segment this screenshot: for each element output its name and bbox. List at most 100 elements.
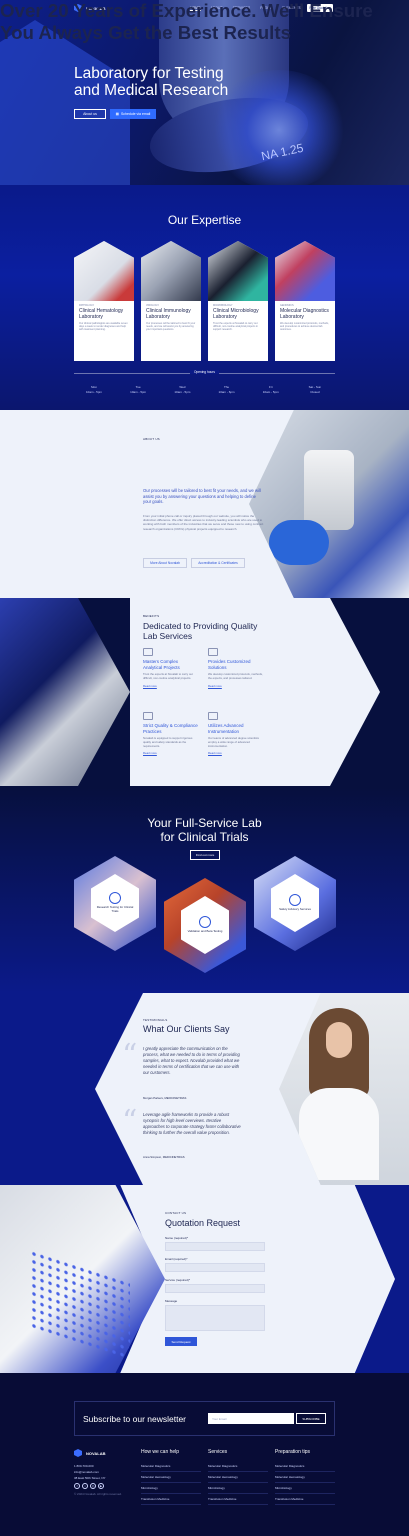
name-field[interactable] xyxy=(165,1242,265,1251)
footer-column-title: Services xyxy=(208,1449,228,1455)
footer-link[interactable]: Microbiology xyxy=(208,1483,268,1494)
about-microscope-photo xyxy=(249,410,409,598)
validation-icon xyxy=(199,916,211,929)
service-label: Research Testing for Clinical Trials xyxy=(96,905,134,913)
email-field[interactable] xyxy=(165,1263,265,1272)
benefit-body: Novalab is equipped to support rigorous … xyxy=(143,736,193,748)
footer-link[interactable]: Molecular Diagnostics xyxy=(208,1461,268,1472)
benefit-item: Masters Complex Analytical Projects Trus… xyxy=(143,648,198,688)
newsletter-email-input[interactable]: Your Email xyxy=(208,1413,294,1424)
benefit-body: Trust the experts at Novalab to carry ou… xyxy=(143,672,193,680)
accreditation-button[interactable]: Accreditation & Certificates xyxy=(191,558,245,568)
youtube-icon[interactable]: ▶ xyxy=(98,1483,104,1489)
card-image xyxy=(275,241,335,301)
card-tag: GENOMICS xyxy=(280,304,294,307)
quotation-title: Quotation Request xyxy=(165,1218,241,1228)
benefit-title[interactable]: Masters Complex Analytical Projects xyxy=(143,659,198,670)
message-field[interactable] xyxy=(165,1305,265,1331)
footer-link[interactable]: Molecular Hematology xyxy=(208,1472,268,1483)
service-hex[interactable]: Safety Advisory Services xyxy=(254,856,336,951)
footer-link[interactable]: Molecular Hematology xyxy=(275,1472,335,1483)
read-more-link[interactable]: Read more xyxy=(143,684,198,688)
instagram-icon[interactable]: ◎ xyxy=(90,1483,96,1489)
footer-column-title: How we can help xyxy=(141,1449,180,1455)
hours-item: Thu 10am - 6pm xyxy=(218,385,235,394)
service-label: Safety Advisory Services xyxy=(279,907,311,912)
about-us-button[interactable]: About us xyxy=(74,109,106,119)
microscope-icon xyxy=(143,648,153,656)
calendar-icon: ▦ xyxy=(115,112,119,116)
footer-column: Preparation tips Molecular Diagnostics M… xyxy=(275,1449,335,1505)
footer-link[interactable]: Molecular Diagnostics xyxy=(275,1461,335,1472)
card-image xyxy=(208,241,268,301)
benefit-body: We develop customized protocols, methods… xyxy=(208,672,263,680)
hours-item: Mon 10am - 5pm xyxy=(85,385,102,394)
service-hex[interactable]: Research Testing for Clinical Trials xyxy=(74,856,156,951)
card-tag: VIROLOGY xyxy=(146,304,160,307)
benefit-title[interactable]: Strict Quality & Compliance Practices xyxy=(143,723,198,734)
footer-link[interactable]: Transfusion Medicine xyxy=(208,1494,268,1505)
hero-hex-decoration xyxy=(0,20,130,185)
about-eyebrow: ABOUT US xyxy=(143,437,160,441)
expertise-card[interactable]: MICROBIOLOGY Clinical Microbiology Labor… xyxy=(208,241,268,361)
footer-link[interactable]: Transfusion Medicine xyxy=(275,1494,335,1505)
testimonial-quote: Leverage agile frameworks to provide a r… xyxy=(143,1112,241,1135)
footer-logo[interactable]: NOVALAB xyxy=(74,1449,122,1457)
expertise-card[interactable]: VIROLOGY Clinical Immunology Laboratory … xyxy=(141,241,201,361)
hours-item: Tue 10am - 5pm xyxy=(130,385,147,394)
benefit-item: Utilizes Advanced Instrumentation Our te… xyxy=(208,712,263,755)
more-about-button[interactable]: More About Novalab xyxy=(143,558,187,568)
expertise-card[interactable]: GENOMICS Molecular Diagnostics Laborator… xyxy=(275,241,335,361)
read-more-link[interactable]: Read more xyxy=(143,751,198,755)
flask-icon xyxy=(208,648,218,656)
name-label: Name (required)* xyxy=(165,1236,189,1240)
read-more-link[interactable]: Read more xyxy=(208,684,263,688)
card-title[interactable]: Clinical Microbiology Laboratory xyxy=(213,308,263,320)
service-label: Validation and Beta Testing xyxy=(187,929,223,934)
card-desc: Trust the experts at Novalab to carry ou… xyxy=(213,322,258,332)
card-tag: PATHOLOGY xyxy=(79,304,95,307)
quote-icon: “ xyxy=(122,1104,138,1139)
full-service-title: Your Full-Service Lab for Clinical Trials xyxy=(147,816,262,844)
benefit-title[interactable]: Utilizes Advanced Instrumentation xyxy=(208,723,263,734)
about-title: Over 20 Years of Experience. We'll Ensur… xyxy=(0,0,373,43)
expertise-title: Our Expertise xyxy=(167,213,242,227)
message-label: Message xyxy=(165,1299,178,1303)
facebook-icon[interactable]: f xyxy=(74,1483,80,1489)
benefit-item: Provides Customized Solutions We develop… xyxy=(208,648,263,688)
service-field[interactable] xyxy=(165,1284,265,1293)
contact-eyebrow: CONTACT US xyxy=(165,1211,187,1215)
twitter-icon[interactable]: t xyxy=(82,1483,88,1489)
footer-link[interactable]: Molecular Hematology xyxy=(141,1472,201,1483)
hours-item: Sat - Sun Closed xyxy=(308,385,322,394)
card-title[interactable]: Molecular Diagnostics Laboratory xyxy=(280,308,330,320)
card-title[interactable]: Clinical Immunology Laboratory xyxy=(146,308,196,320)
read-more-link[interactable]: Read more xyxy=(208,751,263,755)
find-out-more-button[interactable]: Find out more xyxy=(190,850,220,860)
footer-link[interactable]: Transfusion Medicine xyxy=(141,1494,201,1505)
expertise-card[interactable]: PATHOLOGY Clinical Hematology Laboratory… xyxy=(74,241,134,361)
opening-hours-list: Mon 10am - 5pm Tue 10am - 5pm Wed 10am - 5p… xyxy=(74,385,335,395)
checklist-icon xyxy=(143,712,153,720)
benefit-title[interactable]: Provides Customized Solutions xyxy=(208,659,263,670)
hours-item: Wed 10am - 5pm xyxy=(174,385,191,394)
about-body: From your initial phone call or inquiry … xyxy=(143,514,264,531)
footer-link[interactable]: Molecular Diagnostics xyxy=(141,1461,201,1472)
quote-icon: “ xyxy=(122,1038,138,1073)
subscribe-button[interactable]: SUBSCRIBE xyxy=(296,1413,326,1424)
footer-link[interactable]: Microbiology xyxy=(275,1483,335,1494)
about-lead: Our processes will be tailored to best f… xyxy=(143,488,261,504)
schedule-email-button[interactable]: ▦ Schedule via email xyxy=(110,109,156,119)
footer-link[interactable]: Microbiology xyxy=(141,1483,201,1494)
service-hex[interactable]: Validation and Beta Testing xyxy=(164,878,246,973)
newsletter-box: Subscribe to our newsletter Your Email S… xyxy=(74,1401,335,1436)
footer-column-title: Preparation tips xyxy=(275,1449,311,1455)
card-title[interactable]: Clinical Hematology Laboratory xyxy=(79,308,129,320)
benefit-body: Our teams of advanced degree scientists … xyxy=(208,736,259,748)
email-label: Email (required)* xyxy=(165,1257,188,1261)
expertise-section: Our Expertise PATHOLOGY Clinical Hematol… xyxy=(0,185,409,410)
card-tag: MICROBIOLOGY xyxy=(213,304,233,307)
send-request-button[interactable]: Send Request xyxy=(165,1337,197,1346)
footer-address: 38 East 50th Street, NY xyxy=(74,1476,106,1480)
testimonials-eyebrow: TESTIMONIALS xyxy=(143,1018,168,1022)
